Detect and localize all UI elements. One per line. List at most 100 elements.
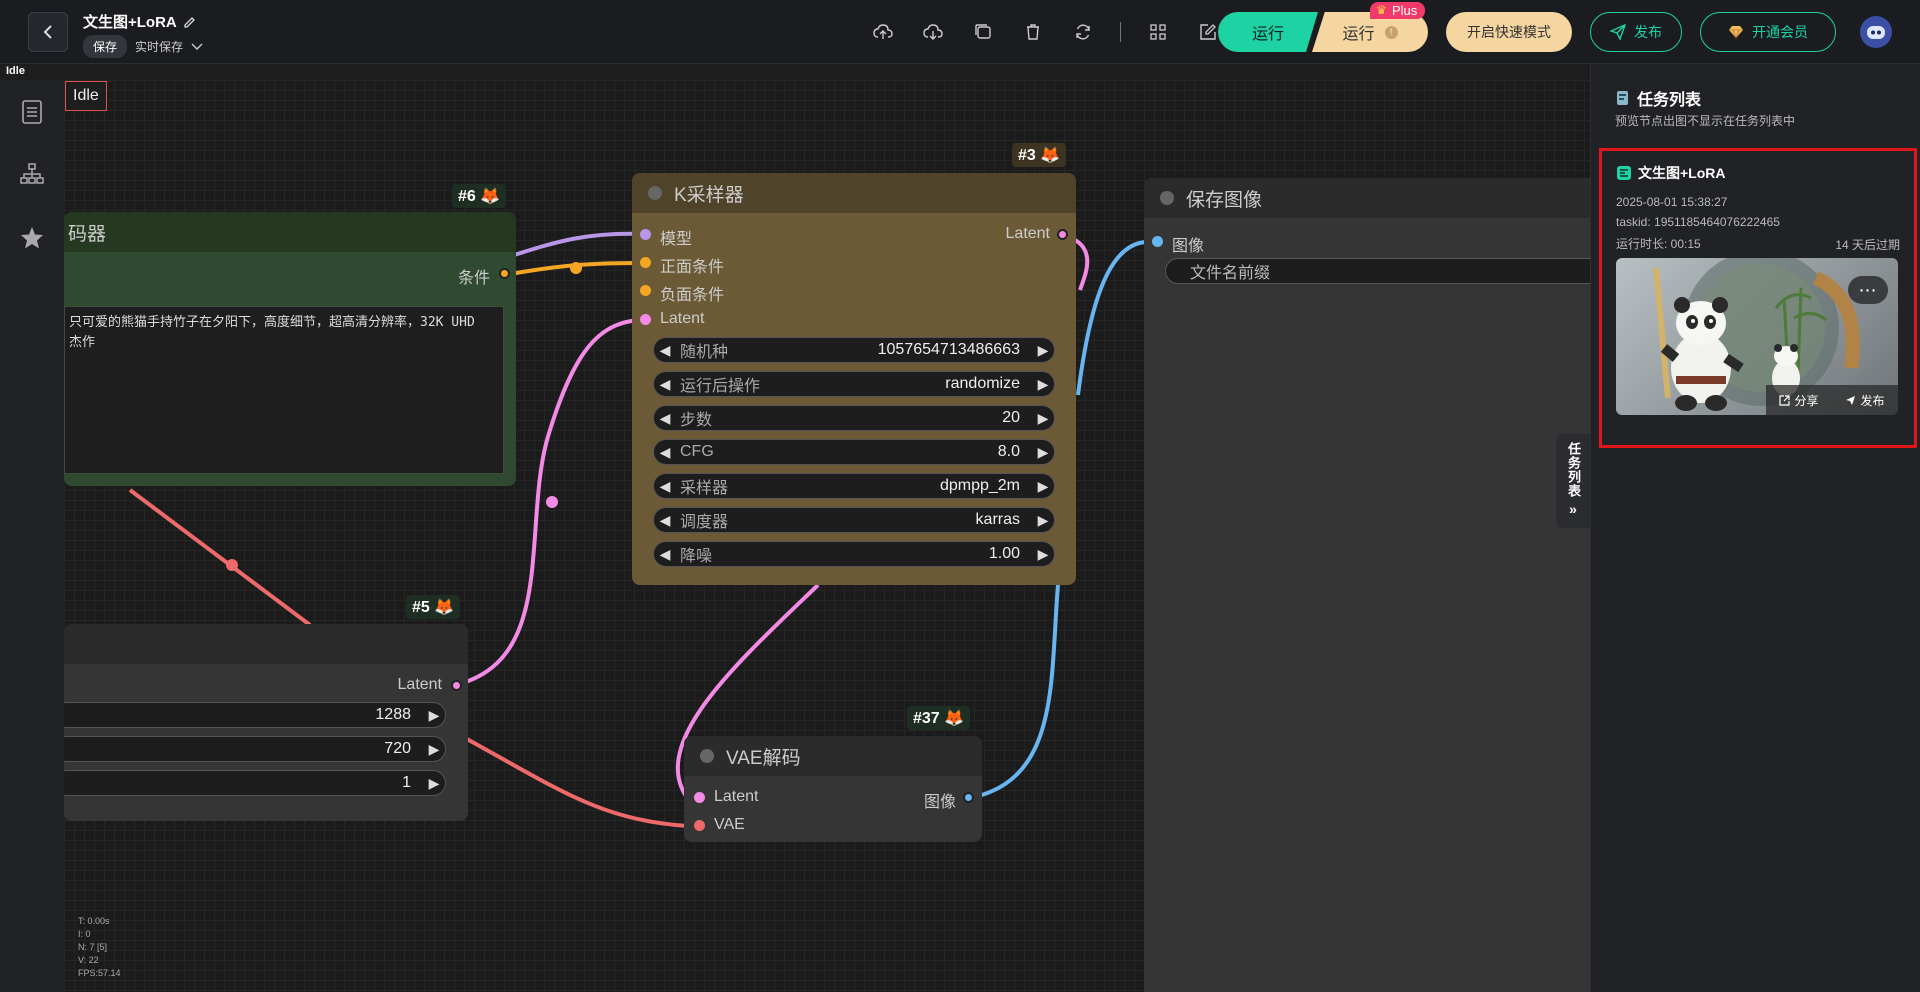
save-button[interactable]: 保存 bbox=[83, 35, 128, 58]
run-button[interactable]: 运行 bbox=[1218, 12, 1318, 52]
upload-icon[interactable] bbox=[858, 18, 908, 46]
status-strip-text: Idle bbox=[6, 65, 25, 77]
more-options-button[interactable]: ⋯ bbox=[1848, 276, 1888, 304]
widget-label: 文件名前缀 bbox=[1190, 265, 1271, 282]
increment-icon[interactable]: ▶ bbox=[1032, 546, 1054, 563]
input-label: VAE bbox=[714, 816, 745, 833]
decrement-icon[interactable]: ◀ bbox=[654, 444, 676, 461]
edit-icon[interactable] bbox=[183, 15, 197, 29]
panel-title-row: 任务列表 bbox=[1615, 86, 1701, 110]
image-input-port[interactable] bbox=[1152, 236, 1163, 247]
increment-icon[interactable]: ▶ bbox=[423, 741, 445, 758]
image-output-port[interactable] bbox=[963, 792, 974, 803]
task-publish-button[interactable]: 发布 bbox=[1845, 392, 1885, 409]
increment-icon[interactable]: ▶ bbox=[1032, 342, 1054, 359]
height-widget[interactable]: 720 ▶ bbox=[64, 736, 446, 762]
cfg-widget[interactable]: ◀ CFG 8.0 ▶ bbox=[653, 439, 1055, 465]
node-id-5: #5 🦊 bbox=[406, 595, 461, 619]
node-title: 码器 bbox=[68, 223, 107, 245]
panel-subtitle: 预览节点出图不显示在任务列表中 bbox=[1615, 114, 1796, 128]
grid-icon[interactable] bbox=[1133, 18, 1183, 46]
node-title-bar[interactable] bbox=[64, 624, 468, 664]
run-plus-label: 运行 bbox=[1342, 26, 1375, 43]
latent-output-port[interactable] bbox=[1057, 229, 1068, 240]
decrement-icon[interactable]: ◀ bbox=[654, 410, 676, 427]
empty-latent-node[interactable]: Latent 1288 ▶ 720 ▶ 1 ▶ bbox=[64, 624, 468, 821]
toolbar-divider bbox=[1120, 22, 1121, 42]
chevron-down-icon[interactable] bbox=[191, 43, 203, 51]
denoise-widget[interactable]: ◀ 降噪 1.00 ▶ bbox=[653, 541, 1055, 567]
link-midpoint bbox=[226, 559, 238, 571]
task-result-thumbnail[interactable]: ⋯ 分享 发布 bbox=[1616, 258, 1898, 415]
download-icon[interactable] bbox=[908, 18, 958, 46]
gallery-icon[interactable] bbox=[958, 18, 1008, 46]
node-title-bar[interactable]: 保存图像 bbox=[1144, 178, 1590, 218]
widget-value: 20 bbox=[1002, 409, 1020, 426]
status-badge: Idle bbox=[65, 81, 107, 111]
clip-text-encode-node[interactable]: 码器 条件 只可爱的熊猫手持竹子在夕阳下，高度细节，超高清分辨率，32K UHD… bbox=[64, 212, 516, 486]
condition-output-port[interactable] bbox=[499, 268, 510, 279]
scheduler-widget[interactable]: ◀ 调度器 karras ▶ bbox=[653, 507, 1055, 533]
vae-input-port[interactable] bbox=[694, 820, 705, 831]
node-title-bar[interactable]: VAE解码 bbox=[684, 736, 982, 776]
left-rail bbox=[0, 80, 64, 992]
decrement-icon[interactable]: ◀ bbox=[654, 512, 676, 529]
node-collapse-dot[interactable] bbox=[700, 749, 714, 763]
side-tab-label: 任务列表 bbox=[1566, 442, 1581, 498]
robot-icon bbox=[1867, 26, 1885, 39]
node-title-bar[interactable]: K采样器 bbox=[632, 173, 1076, 213]
widget-value: 8.0 bbox=[997, 443, 1020, 460]
increment-icon[interactable]: ▶ bbox=[1032, 444, 1054, 461]
sampler-widget[interactable]: ◀ 采样器 dpmpp_2m ▶ bbox=[653, 473, 1055, 499]
increment-icon[interactable]: ▶ bbox=[1032, 512, 1054, 529]
user-avatar[interactable] bbox=[1860, 16, 1892, 48]
latent-output-port[interactable] bbox=[451, 680, 462, 691]
decrement-icon[interactable]: ◀ bbox=[654, 478, 676, 495]
back-button[interactable] bbox=[28, 12, 68, 52]
node-canvas[interactable]: #6 🦊 码器 条件 只可爱的熊猫手持竹子在夕阳下，高度细节，超高清分辨率，32… bbox=[64, 80, 1590, 992]
latent-input-port[interactable] bbox=[640, 314, 651, 325]
increment-icon[interactable]: ▶ bbox=[1032, 376, 1054, 393]
positive-input-port[interactable] bbox=[640, 257, 651, 268]
node-collapse-dot[interactable] bbox=[1160, 191, 1174, 205]
membership-button[interactable]: 开通会员 bbox=[1700, 12, 1836, 52]
refresh-icon[interactable] bbox=[1058, 18, 1108, 46]
ksampler-node[interactable]: K采样器 模型 正面条件 负面条件 Latent Latent ◀ 随机种 10… bbox=[632, 173, 1076, 585]
hierarchy-icon[interactable] bbox=[18, 160, 46, 188]
control-after-generate-widget[interactable]: ◀ 运行后操作 randomize ▶ bbox=[653, 371, 1055, 397]
publish-button[interactable]: 发布 bbox=[1590, 12, 1682, 52]
width-widget[interactable]: 1288 ▶ bbox=[64, 702, 446, 728]
task-card[interactable]: 文生图+LoRA 2025-08-01 15:38:27 taskid: 195… bbox=[1599, 148, 1917, 448]
widget-value: randomize bbox=[945, 375, 1020, 392]
chevron-left-icon bbox=[43, 25, 52, 39]
widget-value: karras bbox=[975, 511, 1020, 528]
widget-label: CFG bbox=[680, 443, 714, 460]
document-icon[interactable] bbox=[18, 98, 46, 126]
model-input-port[interactable] bbox=[640, 229, 651, 240]
decrement-icon[interactable]: ◀ bbox=[654, 546, 676, 563]
node-collapse-dot[interactable] bbox=[648, 186, 662, 200]
star-icon[interactable] bbox=[18, 224, 46, 252]
widget-value: 1.00 bbox=[988, 545, 1020, 562]
trash-icon[interactable] bbox=[1008, 18, 1058, 46]
fast-mode-button[interactable]: 开启快速模式 bbox=[1446, 12, 1572, 52]
prompt-textarea[interactable]: 只可爱的熊猫手持竹子在夕阳下，高度细节，超高清分辨率，32K UHD 杰作 bbox=[64, 306, 504, 474]
batch-size-widget[interactable]: 1 ▶ bbox=[64, 770, 446, 796]
decrement-icon[interactable]: ◀ bbox=[654, 342, 676, 359]
node-title-bar[interactable]: 码器 bbox=[64, 212, 516, 252]
steps-widget[interactable]: ◀ 步数 20 ▶ bbox=[653, 405, 1055, 431]
increment-icon[interactable]: ▶ bbox=[423, 775, 445, 792]
decrement-icon[interactable]: ◀ bbox=[654, 376, 676, 393]
latent-input-port[interactable] bbox=[694, 792, 705, 803]
increment-icon[interactable]: ▶ bbox=[423, 707, 445, 724]
save-image-node[interactable]: 保存图像 图像 文件名前缀 bbox=[1144, 178, 1590, 992]
increment-icon[interactable]: ▶ bbox=[1032, 410, 1054, 427]
negative-input-port[interactable] bbox=[640, 285, 651, 296]
vae-decode-node[interactable]: VAE解码 Latent VAE 图像 bbox=[684, 736, 982, 842]
increment-icon[interactable]: ▶ bbox=[1032, 478, 1054, 495]
seed-widget[interactable]: ◀ 随机种 1057654713486663 ▶ bbox=[653, 337, 1055, 363]
task-list-side-tab[interactable]: 任务列表 » bbox=[1556, 434, 1590, 528]
filename-prefix-widget[interactable]: 文件名前缀 bbox=[1165, 258, 1590, 284]
share-button[interactable]: 分享 bbox=[1779, 392, 1819, 409]
autosave-dropdown[interactable]: 实时保存 bbox=[135, 38, 183, 55]
